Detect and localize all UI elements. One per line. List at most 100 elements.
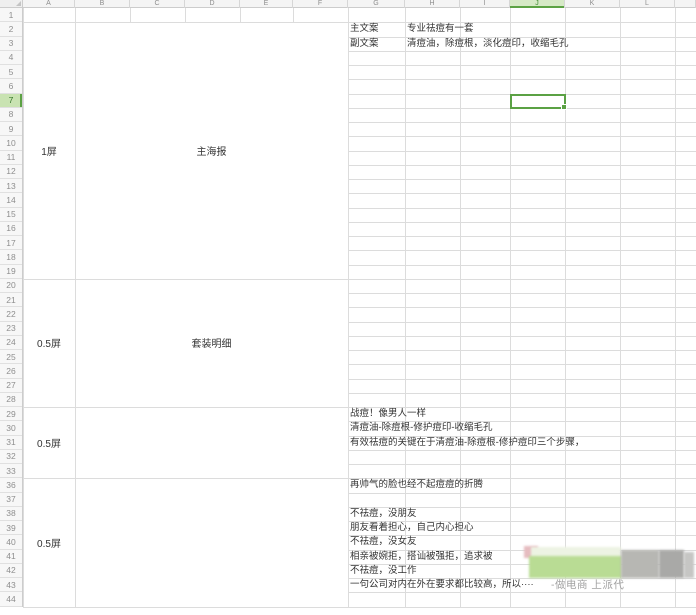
cell-G36[interactable]: 再帅气的脸也经不起痘痘的折腾 (350, 478, 483, 493)
merged-cell-A29:A33[interactable]: 0.5屏 (23, 407, 75, 478)
censor-gray-block (659, 550, 684, 578)
column-header-J[interactable]: J (510, 0, 565, 8)
column-header-H[interactable]: H (405, 0, 460, 8)
spreadsheet: ABCDEFGHIJKL 123456789101112131415161718… (0, 0, 696, 615)
row-header-42[interactable]: 42 (0, 564, 22, 578)
column-header-E[interactable]: E (240, 0, 293, 8)
cell-H3[interactable]: 清痘油，除痘根，淡化痘印，收缩毛孔 (407, 37, 569, 52)
row-header-33[interactable]: 33 (0, 464, 22, 478)
gridline (348, 136, 696, 137)
row-header-8[interactable]: 8 (0, 108, 22, 122)
gridline (348, 293, 696, 294)
row-header-14[interactable]: 14 (0, 193, 22, 207)
gridline (348, 350, 696, 351)
gridline (348, 22, 696, 23)
gridline (348, 336, 696, 337)
gridline (348, 464, 696, 465)
cell-G39[interactable]: 朋友看着担心，自己内心担心 (350, 521, 474, 536)
row-header-1[interactable]: 1 (0, 8, 22, 22)
gridline (348, 265, 696, 266)
cell-G40[interactable]: 不祛痘，没女友 (350, 535, 417, 550)
row-header-40[interactable]: 40 (0, 535, 22, 549)
gridline (348, 165, 696, 166)
row-header-9[interactable]: 9 (0, 122, 22, 136)
column-header-L[interactable]: L (620, 0, 675, 8)
row-header-24[interactable]: 24 (0, 336, 22, 350)
merged-cell-B36:F44[interactable] (75, 478, 348, 606)
cell-G31[interactable]: 有效祛痘的关键在于清痘油-除痘根-修护痘印三个步骤， (350, 436, 584, 451)
watermark: -做电商 上派代 (551, 578, 624, 593)
row-header-22[interactable]: 22 (0, 307, 22, 321)
gridline (293, 8, 294, 23)
row-header-37[interactable]: 37 (0, 493, 22, 507)
column-header-partial[interactable] (675, 0, 696, 8)
gridline (348, 307, 696, 308)
cell-G43[interactable]: 一句公司对内在外在要求都比较高，所以···· (350, 578, 534, 593)
row-header-30[interactable]: 30 (0, 421, 22, 435)
active-cell-selection[interactable] (510, 94, 566, 109)
merged-cell-B20:F28[interactable]: 套装明细 (75, 279, 348, 407)
row-header-25[interactable]: 25 (0, 350, 22, 364)
column-header-K[interactable]: K (565, 0, 620, 8)
censor-gray-block (684, 552, 694, 578)
row-header-41[interactable]: 41 (0, 550, 22, 564)
row-header-15[interactable]: 15 (0, 208, 22, 222)
gridline (348, 379, 696, 380)
row-header-32[interactable]: 32 (0, 450, 22, 464)
gridline (348, 364, 696, 365)
row-header-13[interactable]: 13 (0, 179, 22, 193)
row-header-20[interactable]: 20 (0, 279, 22, 293)
cell-G41[interactable]: 相亲被婉拒，搭讪被强拒，追求被 (350, 550, 493, 565)
column-header-A[interactable]: A (23, 0, 75, 8)
row-header-7[interactable]: 7 (0, 94, 22, 108)
gridline (348, 393, 696, 394)
column-headers: ABCDEFGHIJKL (0, 0, 696, 8)
row-header-44[interactable]: 44 (0, 592, 22, 606)
row-header-36[interactable]: 36 (0, 478, 22, 492)
gridline (348, 79, 696, 80)
column-header-G[interactable]: G (348, 0, 405, 8)
column-header-D[interactable]: D (185, 0, 240, 8)
row-header-12[interactable]: 12 (0, 165, 22, 179)
cell-H2[interactable]: 专业祛痘有一套 (407, 22, 474, 37)
row-header-3[interactable]: 3 (0, 37, 22, 51)
cell-G38[interactable]: 不祛痘，没朋友 (350, 507, 417, 522)
row-header-31[interactable]: 31 (0, 436, 22, 450)
row-header-38[interactable]: 38 (0, 507, 22, 521)
column-header-I[interactable]: I (460, 0, 510, 8)
select-all-corner[interactable] (0, 0, 23, 8)
row-header-6[interactable]: 6 (0, 79, 22, 93)
merged-cell-B29:F33[interactable] (75, 407, 348, 478)
row-header-39[interactable]: 39 (0, 521, 22, 535)
cell-G42[interactable]: 不祛痘，没工作 (350, 564, 417, 579)
merged-cell-A20:A28[interactable]: 0.5屏 (23, 279, 75, 407)
row-header-43[interactable]: 43 (0, 578, 22, 592)
row-header-16[interactable]: 16 (0, 222, 22, 236)
row-header-5[interactable]: 5 (0, 65, 22, 79)
row-header-4[interactable]: 4 (0, 51, 22, 65)
column-header-B[interactable]: B (75, 0, 130, 8)
merged-cell-A2:A19[interactable]: 1屏 (23, 22, 75, 279)
cell-G30[interactable]: 清痘油-除痘根-修护痘印-收缩毛孔 (350, 421, 493, 436)
row-header-2[interactable]: 2 (0, 22, 22, 36)
row-header-17[interactable]: 17 (0, 236, 22, 250)
merged-cell-A36:A44[interactable]: 0.5屏 (23, 478, 75, 606)
merged-cell-B2:F19[interactable]: 主海报 (75, 22, 348, 279)
row-header-11[interactable]: 11 (0, 151, 22, 165)
row-header-29[interactable]: 29 (0, 407, 22, 421)
row-header-19[interactable]: 19 (0, 265, 22, 279)
row-header-18[interactable]: 18 (0, 250, 22, 264)
row-header-26[interactable]: 26 (0, 364, 22, 378)
column-header-C[interactable]: C (130, 0, 185, 8)
column-header-F[interactable]: F (293, 0, 348, 8)
row-header-10[interactable]: 10 (0, 136, 22, 150)
row-header-23[interactable]: 23 (0, 322, 22, 336)
row-header-28[interactable]: 28 (0, 393, 22, 407)
gridline (185, 8, 186, 23)
row-header-27[interactable]: 27 (0, 379, 22, 393)
gridline (130, 8, 131, 23)
cell-G3[interactable]: 副文案 (350, 37, 379, 52)
cell-G2[interactable]: 主文案 (350, 22, 379, 37)
cell-G29[interactable]: 战痘！像男人一样 (350, 407, 426, 422)
row-header-21[interactable]: 21 (0, 293, 22, 307)
